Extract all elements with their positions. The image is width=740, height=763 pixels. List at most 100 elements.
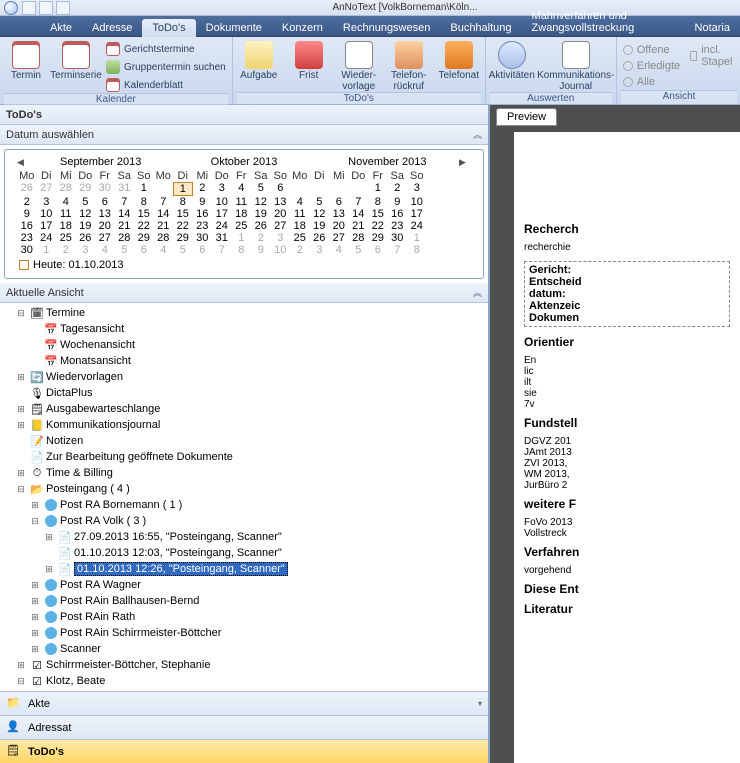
- termin-button[interactable]: Termin: [4, 39, 48, 93]
- calendar-day[interactable]: 26: [76, 232, 96, 244]
- prev-month-button[interactable]: ◀: [17, 157, 29, 168]
- calendar-day[interactable]: 29: [134, 232, 154, 244]
- calendar-day[interactable]: 25: [56, 232, 76, 244]
- calendar-day[interactable]: 5: [251, 182, 271, 196]
- calendar-day[interactable]: 23: [193, 220, 213, 232]
- tree-posteingang[interactable]: ⊟📂Posteingang ( 4 ): [0, 481, 488, 497]
- calendar-day[interactable]: 26: [251, 220, 271, 232]
- frist-button[interactable]: Frist: [287, 39, 331, 92]
- calendar-day[interactable]: 15: [173, 208, 193, 220]
- calendar-day[interactable]: 30: [388, 232, 408, 244]
- telefon-rueckruf-button[interactable]: Telefon- rückruf: [387, 39, 431, 92]
- calendar-day[interactable]: 7: [212, 244, 232, 256]
- calendar-day[interactable]: [310, 182, 330, 196]
- qat-undo-icon[interactable]: [39, 1, 53, 15]
- calendar-day[interactable]: 18: [232, 208, 252, 220]
- wiedervorlage-button[interactable]: Wieder- vorlage: [337, 39, 381, 92]
- calendar-day[interactable]: 26: [310, 232, 330, 244]
- calendar-day[interactable]: 10: [212, 196, 232, 208]
- calendar-day[interactable]: 17: [37, 220, 57, 232]
- calendar-day[interactable]: 2: [56, 244, 76, 256]
- aufgabe-button[interactable]: Aufgabe: [237, 39, 281, 92]
- calendar-day[interactable]: 5: [76, 196, 96, 208]
- calendar-day[interactable]: 8: [407, 244, 427, 256]
- calendar-day[interactable]: 21: [349, 220, 369, 232]
- calendar-day[interactable]: 12: [310, 208, 330, 220]
- tree-tagesansicht[interactable]: 📅Tagesansicht: [0, 321, 488, 337]
- filter-erledigte-radio[interactable]: Erledigte: [621, 59, 682, 73]
- calendar-day[interactable]: 14: [115, 208, 135, 220]
- tab-rechnungswesen[interactable]: Rechnungswesen: [333, 19, 440, 37]
- tab-adresse[interactable]: Adresse: [82, 19, 142, 37]
- calendar-day[interactable]: 9: [388, 196, 408, 208]
- calendar-day[interactable]: 3: [271, 232, 291, 244]
- calendar-day[interactable]: 30: [193, 232, 213, 244]
- tree-termine[interactable]: ⊟🗓Termine: [0, 305, 488, 321]
- next-month-button[interactable]: ▶: [459, 157, 471, 168]
- calendar-day[interactable]: 20: [329, 220, 349, 232]
- tree-post-volk-item-2[interactable]: 📄01.10.2013 12:03, "Posteingang, Scanner…: [0, 545, 488, 561]
- tab-buchhaltung[interactable]: Buchhaltung: [440, 19, 521, 37]
- calendar-day[interactable]: 22: [134, 220, 154, 232]
- calendar-day[interactable]: 29: [173, 232, 193, 244]
- qat-redo-icon[interactable]: [56, 1, 70, 15]
- komm-journal-button[interactable]: Kommunikations- Journal: [540, 39, 612, 92]
- calendar-day[interactable]: 13: [271, 196, 291, 208]
- calendar-day[interactable]: 6: [95, 196, 115, 208]
- calendar-day[interactable]: 31: [212, 232, 232, 244]
- calendar-day[interactable]: 8: [173, 196, 193, 208]
- calendar-day[interactable]: 2: [290, 244, 310, 256]
- aktivitaeten-button[interactable]: Aktivitäten: [490, 39, 534, 92]
- calendar-day[interactable]: 3: [212, 182, 232, 196]
- collapse-icon[interactable]: ︽: [473, 286, 482, 299]
- tree-post-volk-item-1[interactable]: ⊞📄27.09.2013 16:55, "Posteingang, Scanne…: [0, 529, 488, 545]
- calendar-day[interactable]: 10: [37, 208, 57, 220]
- calendar-day[interactable]: 7: [388, 244, 408, 256]
- calendar-day[interactable]: 31: [115, 182, 135, 196]
- calendar-day[interactable]: 20: [95, 220, 115, 232]
- calendar-day[interactable]: 1: [407, 232, 427, 244]
- date-select-bar[interactable]: Datum auswählen ︽: [0, 125, 488, 145]
- preview-tab[interactable]: Preview: [496, 108, 557, 126]
- tree-ausgabewarteschlange[interactable]: ⊞🗒Ausgabewarteschlange: [0, 401, 488, 417]
- calendar-day[interactable]: 4: [56, 196, 76, 208]
- tree-bearbeitung-dokumente[interactable]: 📄Zur Bearbeitung geöffnete Dokumente: [0, 449, 488, 465]
- calendar-day[interactable]: 27: [37, 182, 57, 196]
- calendar-day[interactable]: 16: [193, 208, 213, 220]
- tab-notariat[interactable]: Notaria: [685, 19, 740, 37]
- month-1[interactable]: September 2013: [29, 156, 172, 168]
- collapse-icon[interactable]: ︽: [473, 128, 482, 141]
- calendar-day[interactable]: 12: [251, 196, 271, 208]
- gerichtstermine-button[interactable]: Gerichtstermine: [104, 41, 228, 57]
- incl-stapel-checkbox[interactable]: incl. Stapel: [688, 43, 737, 69]
- gruppentermin-button[interactable]: Gruppentermin suchen: [104, 59, 228, 75]
- tab-mahnverfahren[interactable]: Mahnverfahren und Zwangsvollstreckung: [522, 7, 685, 37]
- calendar-day[interactable]: 5: [173, 244, 193, 256]
- calendar-day[interactable]: 7: [154, 196, 174, 208]
- filter-offene-radio[interactable]: Offene: [621, 43, 682, 57]
- calendar-day[interactable]: 30: [95, 182, 115, 196]
- calendar-day[interactable]: 8: [134, 196, 154, 208]
- calendar-day[interactable]: 14: [349, 208, 369, 220]
- navbar-adressat[interactable]: 👤Adressat: [0, 715, 488, 739]
- calendar-day[interactable]: 18: [290, 220, 310, 232]
- qat-save-icon[interactable]: [22, 1, 36, 15]
- calendar-day[interactable]: 11: [56, 208, 76, 220]
- calendar-day[interactable]: 3: [37, 196, 57, 208]
- calendar-day[interactable]: 5: [115, 244, 135, 256]
- calendar-day[interactable]: 13: [95, 208, 115, 220]
- filter-alle-radio[interactable]: Alle: [621, 75, 682, 89]
- tree-dictaplus[interactable]: 🎙DictaPlus: [0, 385, 488, 401]
- calendar-day[interactable]: 24: [407, 220, 427, 232]
- calendar-day[interactable]: 7: [115, 196, 135, 208]
- calendar-day[interactable]: 2: [388, 182, 408, 196]
- calendar-day[interactable]: 4: [329, 244, 349, 256]
- calendar-day[interactable]: 22: [173, 220, 193, 232]
- calendar-day[interactable]: 16: [17, 220, 37, 232]
- calendar-day[interactable]: 2: [251, 232, 271, 244]
- calendar-day[interactable]: 27: [271, 220, 291, 232]
- calendar-day[interactable]: 21: [154, 220, 174, 232]
- calendar-day[interactable]: 6: [193, 244, 213, 256]
- calendar-day[interactable]: 3: [310, 244, 330, 256]
- calendar-day[interactable]: 4: [95, 244, 115, 256]
